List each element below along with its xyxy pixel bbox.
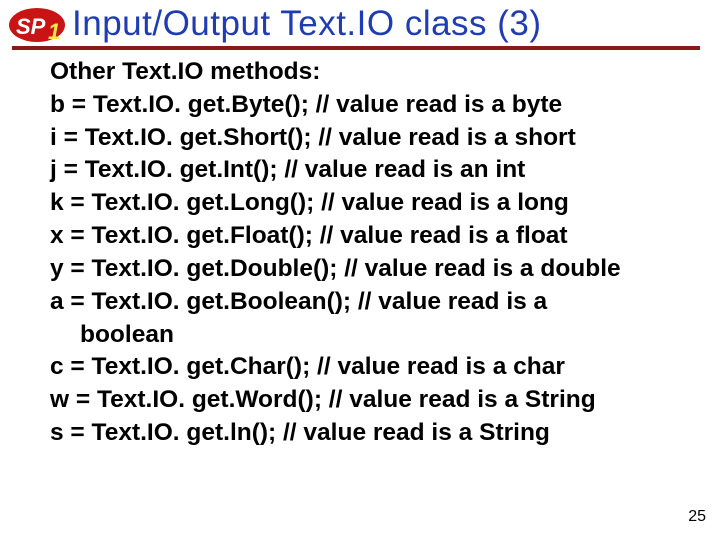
- code-line: j = Text.IO. get.Int(); // value read is…: [50, 154, 692, 187]
- logo-text-main: SP: [16, 14, 46, 39]
- lead-line: Other Text.IO methods:: [50, 56, 692, 89]
- code-line: k = Text.IO. get.Long(); // value read i…: [50, 187, 692, 220]
- slide-title: Input/Output Text.IO class (3): [72, 4, 542, 44]
- slide: SP 1 Input/Output Text.IO class (3) Othe…: [0, 0, 720, 540]
- code-line: w = Text.IO. get.Word(); // value read i…: [50, 384, 692, 417]
- code-line: y = Text.IO. get.Double(); // value read…: [50, 253, 692, 286]
- sp1-logo-icon: SP 1: [8, 7, 66, 43]
- code-line: i = Text.IO. get.Short(); // value read …: [50, 122, 692, 155]
- code-line: s = Text.IO. get.ln(); // value read is …: [50, 417, 692, 450]
- page-number: 25: [688, 508, 706, 526]
- logo-text-sub: 1: [48, 19, 60, 43]
- code-line: c = Text.IO. get.Char(); // value read i…: [50, 351, 692, 384]
- code-line: x = Text.IO. get.Float(); // value read …: [50, 220, 692, 253]
- code-line-continuation: boolean: [50, 319, 692, 352]
- slide-header: SP 1 Input/Output Text.IO class (3): [0, 0, 720, 44]
- slide-body: Other Text.IO methods: b = Text.IO. get.…: [0, 50, 720, 518]
- code-line: b = Text.IO. get.Byte(); // value read i…: [50, 89, 692, 122]
- code-line: a = Text.IO. get.Boolean(); // value rea…: [50, 286, 692, 319]
